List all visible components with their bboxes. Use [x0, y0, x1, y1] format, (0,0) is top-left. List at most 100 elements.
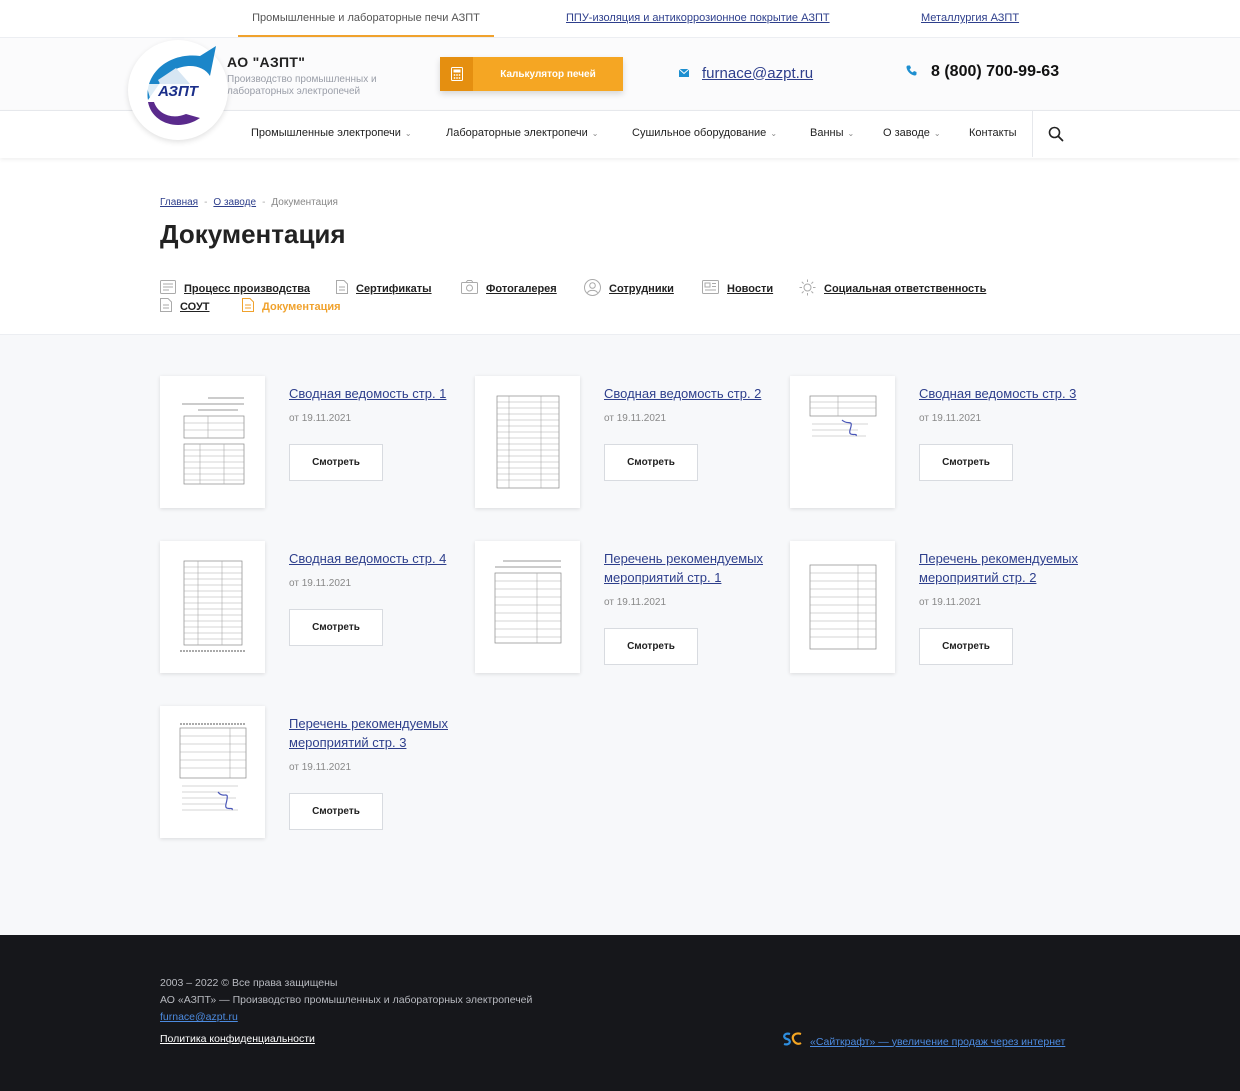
document-thumbnail[interactable]	[160, 376, 265, 508]
logo[interactable]: АЗПТ	[128, 40, 228, 140]
document-card: Сводная ведомость стр. 4 от 19.11.2021 С…	[160, 541, 460, 681]
breadcrumb-separator: -	[262, 197, 266, 208]
document-date: от 19.11.2021	[919, 413, 982, 424]
document-card: Сводная ведомость стр. 1 от 19.11.2021 С…	[160, 376, 460, 516]
calculator-label: Калькулятор печей	[500, 68, 596, 80]
tab-ppu-insulation[interactable]: ППУ-изоляция и антикоррозионное покрытие…	[566, 0, 830, 37]
breadcrumb-separator: -	[204, 197, 208, 208]
header-email: furnace@azpt.ru	[678, 64, 813, 82]
nav-divider	[1032, 111, 1033, 157]
breadcrumb: Главная - О заводе - Документация	[160, 197, 338, 208]
subnav-label: Новости	[727, 282, 774, 295]
newspaper-icon	[702, 280, 719, 297]
nav-drying-equipment[interactable]: Сушильное оборудование ⌄	[632, 111, 777, 157]
view-button[interactable]: Смотреть	[919, 628, 1013, 665]
document-card: Сводная ведомость стр. 2 от 19.11.2021 С…	[475, 376, 775, 516]
document-title[interactable]: Сводная ведомость стр. 1	[289, 384, 469, 403]
view-button[interactable]: Смотреть	[604, 444, 698, 481]
document-date: от 19.11.2021	[289, 413, 352, 424]
footer: 2003 – 2022 © Все права защищены АО «АЗП…	[0, 935, 1240, 1091]
sun-icon	[799, 279, 816, 299]
view-button[interactable]: Смотреть	[289, 609, 383, 646]
document-date: от 19.11.2021	[604, 413, 667, 424]
document-date: от 19.11.2021	[289, 762, 352, 773]
search-icon	[1048, 126, 1064, 146]
breadcrumb-about[interactable]: О заводе	[213, 197, 256, 208]
subnav-label: Документация	[262, 300, 341, 313]
subnav-social[interactable]: Социальная ответственность	[799, 279, 986, 299]
camera-icon	[461, 280, 478, 297]
nav-contacts[interactable]: Контакты	[969, 111, 1017, 157]
subnav-certificates[interactable]: Сертификаты	[336, 280, 432, 297]
document-title[interactable]: Перечень рекомендуемых мероприятий стр. …	[919, 549, 1099, 587]
document-card: Перечень рекомендуемых мероприятий стр. …	[475, 541, 775, 681]
document-icon	[160, 298, 172, 315]
nav-baths[interactable]: Ванны ⌄	[810, 111, 854, 157]
chevron-down-icon: ⌄	[591, 129, 599, 138]
footer-email-link[interactable]: furnace@azpt.ru	[160, 1011, 238, 1023]
calculator-button[interactable]: Калькулятор печей	[440, 57, 623, 91]
nav-about[interactable]: О заводе ⌄	[883, 111, 941, 157]
subnav-employees[interactable]: Сотрудники	[584, 279, 674, 299]
document-card: Сводная ведомость стр. 3 от 19.11.2021 С…	[790, 376, 1090, 516]
user-icon	[584, 279, 601, 299]
footer-copyright: 2003 – 2022 © Все права защищены	[160, 977, 338, 989]
subnav-news[interactable]: Новости	[702, 280, 773, 297]
search-button[interactable]	[1048, 126, 1064, 147]
view-button[interactable]: Смотреть	[289, 444, 383, 481]
view-button[interactable]: Смотреть	[289, 793, 383, 830]
view-button[interactable]: Смотреть	[604, 628, 698, 665]
document-thumbnail[interactable]	[790, 541, 895, 673]
email-link[interactable]: furnace@azpt.ru	[702, 65, 813, 82]
view-button[interactable]: Смотреть	[919, 444, 1013, 481]
sitecraft-link[interactable]: «Сайткрафт» — увеличение продаж через ин…	[810, 1036, 1065, 1048]
breadcrumb-home[interactable]: Главная	[160, 197, 198, 208]
document-date: от 19.11.2021	[604, 597, 667, 608]
nav-label: Ванны	[810, 127, 844, 139]
site-switcher: Промышленные и лабораторные печи АЗПТ ПП…	[0, 0, 1240, 37]
document-thumbnail[interactable]	[160, 541, 265, 673]
subnav-label: Сотрудники	[609, 283, 674, 295]
document-title[interactable]: Перечень рекомендуемых мероприятий стр. …	[604, 549, 784, 587]
subnav-label: Сертификаты	[356, 282, 432, 295]
tab-metallurgy[interactable]: Металлургия АЗПТ	[921, 0, 1019, 37]
document-card: Перечень рекомендуемых мероприятий стр. …	[790, 541, 1090, 681]
phone-icon	[906, 63, 917, 81]
subnav-label: СОУТ	[180, 300, 210, 313]
subnav-production[interactable]: Процесс производства	[160, 280, 310, 297]
subnav-label: Социальная ответственность	[824, 283, 987, 295]
tab-furnaces[interactable]: Промышленные и лабораторные печи АЗПТ	[238, 0, 494, 37]
developer-credit: «Сайткрафт» — увеличение продаж через ин…	[782, 1032, 1065, 1051]
subnav-label: Процесс производства	[184, 282, 310, 295]
documents-section: Сводная ведомость стр. 1 от 19.11.2021 С…	[0, 334, 1240, 935]
header-phone: 8 (800) 700-99-63	[906, 63, 1059, 81]
company-name: АО "АЗПТ"	[227, 54, 306, 70]
nav-lab-furnaces[interactable]: Лабораторные электропечи ⌄	[446, 111, 598, 157]
subnav-gallery[interactable]: Фотогалерея	[461, 280, 557, 297]
document-date: от 19.11.2021	[919, 597, 982, 608]
chevron-down-icon: ⌄	[770, 129, 778, 138]
subnav-sout[interactable]: СОУТ	[160, 298, 210, 315]
nav-label: О заводе	[883, 127, 930, 139]
privacy-policy-link[interactable]: Политика конфиденциальности	[160, 1033, 315, 1045]
nav-industrial-furnaces[interactable]: Промышленные электропечи ⌄	[251, 111, 412, 157]
page-title: Документация	[160, 219, 346, 249]
document-thumbnail[interactable]	[160, 706, 265, 838]
breadcrumb-current: Документация	[271, 197, 338, 208]
nav-label: Сушильное оборудование	[632, 127, 767, 139]
logo-text: АЗПТ	[157, 83, 200, 100]
document-date: от 19.11.2021	[289, 578, 352, 589]
subnav-documentation[interactable]: Документация	[242, 298, 341, 315]
document-thumbnail[interactable]	[790, 376, 895, 508]
document-title[interactable]: Сводная ведомость стр. 4	[289, 549, 469, 568]
company-description: Производство промышленных и лабораторных…	[227, 74, 377, 97]
document-icon	[336, 280, 348, 297]
document-title[interactable]: Сводная ведомость стр. 2	[604, 384, 784, 403]
document-icon	[242, 298, 254, 315]
phone-link[interactable]: 8 (800) 700-99-63	[931, 63, 1059, 81]
document-title[interactable]: Перечень рекомендуемых мероприятий стр. …	[289, 714, 469, 752]
document-title[interactable]: Сводная ведомость стр. 3	[919, 384, 1099, 403]
document-thumbnail[interactable]	[475, 376, 580, 508]
document-thumbnail[interactable]	[475, 541, 580, 673]
envelope-icon	[678, 64, 690, 82]
